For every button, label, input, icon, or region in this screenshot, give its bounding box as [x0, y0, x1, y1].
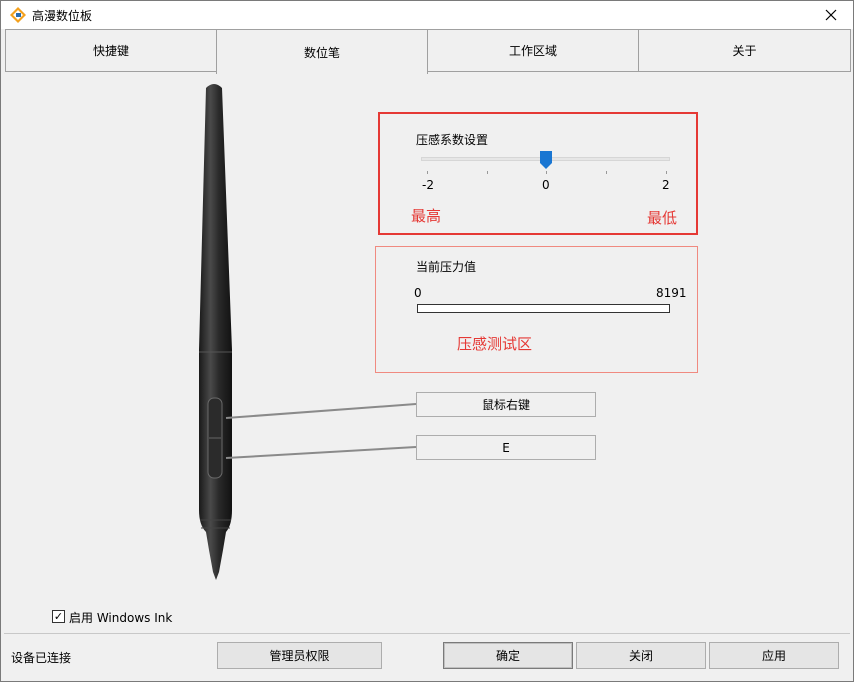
- checkmark-icon: ✓: [53, 610, 64, 623]
- pressure-progress-bar: [417, 304, 670, 313]
- tab-about[interactable]: 关于: [638, 29, 851, 72]
- ok-label: 确定: [495, 649, 520, 663]
- close-window-button[interactable]: [809, 1, 853, 29]
- slider-tick: [487, 171, 488, 174]
- apply-button[interactable]: 应用: [709, 642, 839, 669]
- pressure-slider-thumb[interactable]: [540, 151, 552, 169]
- close-label: 关闭: [628, 649, 653, 663]
- close-button[interactable]: 关闭: [576, 642, 706, 669]
- tab-label: 快捷键: [92, 44, 129, 58]
- footer-divider: [4, 633, 850, 634]
- pen-upper-button-label: 鼠标右键: [481, 398, 530, 412]
- pen-lower-button-mapping[interactable]: E: [416, 435, 596, 460]
- tab-pen[interactable]: 数位笔: [216, 29, 428, 74]
- admin-rights-label: 管理员权限: [269, 649, 330, 663]
- tab-label: 关于: [732, 44, 757, 58]
- window-title: 高漫数位板: [32, 9, 93, 23]
- slider-tick: [666, 171, 667, 174]
- slider-min-label: -2: [422, 178, 434, 192]
- pressure-setting-label: 压感系数设置: [416, 133, 489, 147]
- ok-button[interactable]: 确定: [443, 642, 573, 669]
- app-logo-icon: [10, 7, 26, 23]
- pen-upper-button-mapping[interactable]: 鼠标右键: [416, 392, 596, 417]
- pressure-max-label: 8191: [656, 286, 687, 300]
- tab-label: 数位笔: [303, 45, 340, 60]
- slider-tick: [546, 171, 547, 174]
- pressure-test-area-label: 压感测试区: [457, 335, 533, 353]
- pen-lower-button-label: E: [502, 440, 510, 455]
- admin-rights-button[interactable]: 管理员权限: [217, 642, 382, 669]
- pressure-high-hint: 最高: [411, 207, 442, 225]
- slider-tick: [427, 171, 428, 174]
- windows-ink-label: 启用 Windows Ink: [69, 611, 173, 625]
- current-pressure-label: 当前压力值: [416, 260, 477, 274]
- tab-bar: 快捷键 数位笔 工作区域 关于: [5, 29, 851, 74]
- tab-work-area[interactable]: 工作区域: [427, 29, 639, 72]
- close-icon: [825, 9, 837, 21]
- tab-shortcuts[interactable]: 快捷键: [5, 29, 217, 72]
- title-bar: 高漫数位板: [1, 1, 853, 29]
- pressure-low-hint: 最低: [647, 209, 678, 227]
- apply-label: 应用: [761, 649, 786, 663]
- slider-max-label: 2: [662, 178, 670, 192]
- slider-tick: [606, 171, 607, 174]
- windows-ink-checkbox[interactable]: ✓: [52, 610, 65, 623]
- connection-status: 设备已连接: [11, 651, 72, 665]
- slider-mid-label: 0: [542, 178, 550, 192]
- pressure-min-label: 0: [414, 286, 422, 300]
- stylus-pen-image: [199, 84, 232, 580]
- tab-label: 工作区域: [508, 44, 557, 58]
